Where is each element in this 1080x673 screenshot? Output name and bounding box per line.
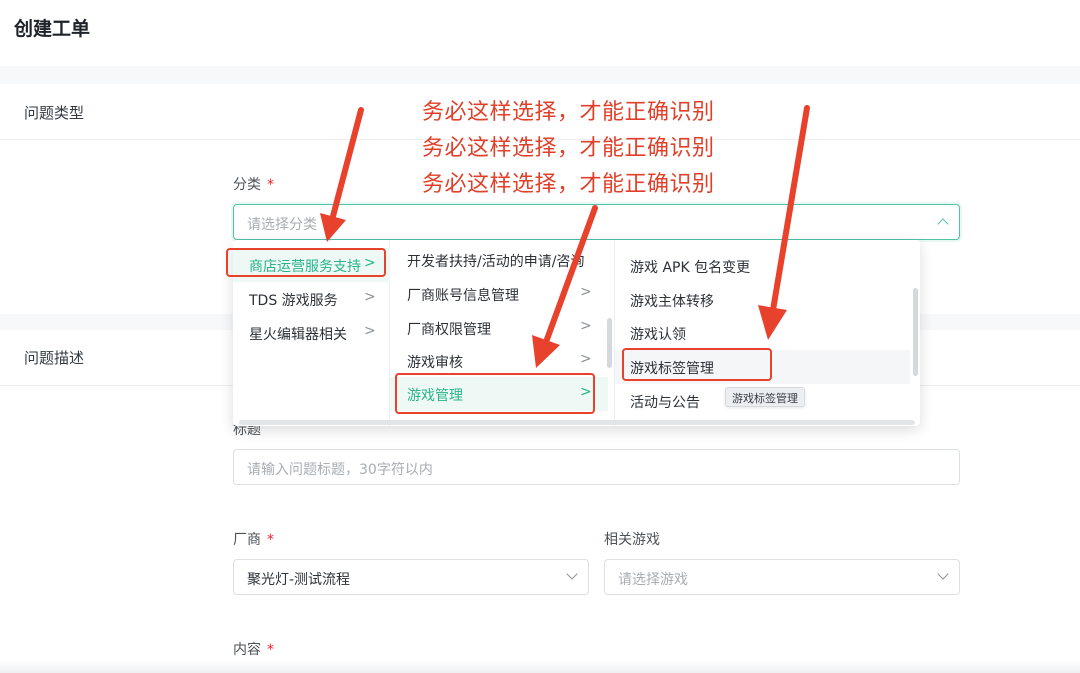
arrow-icon	[532, 205, 598, 368]
arrow-icon	[758, 105, 810, 340]
arrow-icon	[320, 107, 364, 242]
annotation-arrows	[320, 105, 810, 368]
